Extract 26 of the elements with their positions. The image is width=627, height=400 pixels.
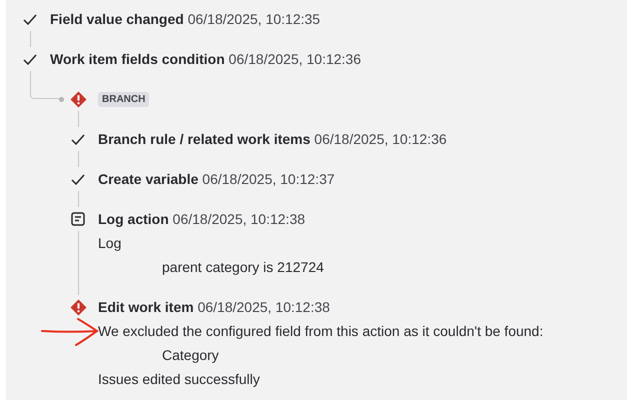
check-icon [23, 54, 37, 64]
step-timestamp: 06/18/2025, 10:12:36 [314, 131, 447, 147]
step-title: Field value changed [50, 11, 184, 27]
log-icon [71, 212, 85, 226]
step-title: Create variable [98, 171, 198, 187]
step-title: Log action [98, 211, 169, 227]
step-title: Edit work item [98, 299, 194, 315]
detail-text: We excluded the configured field from this action as it couldn't be found: [98, 322, 544, 341]
connector-dot [59, 97, 64, 102]
error-icon [70, 298, 86, 316]
step-timestamp: 06/18/2025, 10:12:35 [188, 11, 320, 27]
step-timestamp: 06/18/2025, 10:12:36 [228, 51, 361, 67]
error-icon [70, 90, 86, 108]
step-title: Work item fields condition [50, 51, 225, 67]
step-timestamp: 06/18/2025, 10:12:38 [198, 299, 330, 315]
branch-label: BRANCH [98, 92, 150, 107]
detail-value: Category [161, 346, 220, 365]
step-timestamp: 06/18/2025, 10:12:37 [202, 171, 335, 187]
check-icon [71, 174, 85, 184]
step-title: Branch rule / related work items [98, 131, 310, 147]
check-icon [23, 14, 37, 24]
step-timestamp: 06/18/2025, 10:12:38 [172, 211, 306, 227]
detail-value: parent category is 212724 [161, 258, 324, 277]
detail-text: Log [98, 234, 122, 253]
check-icon [71, 134, 85, 144]
detail-text: Issues edited successfully [98, 370, 261, 389]
